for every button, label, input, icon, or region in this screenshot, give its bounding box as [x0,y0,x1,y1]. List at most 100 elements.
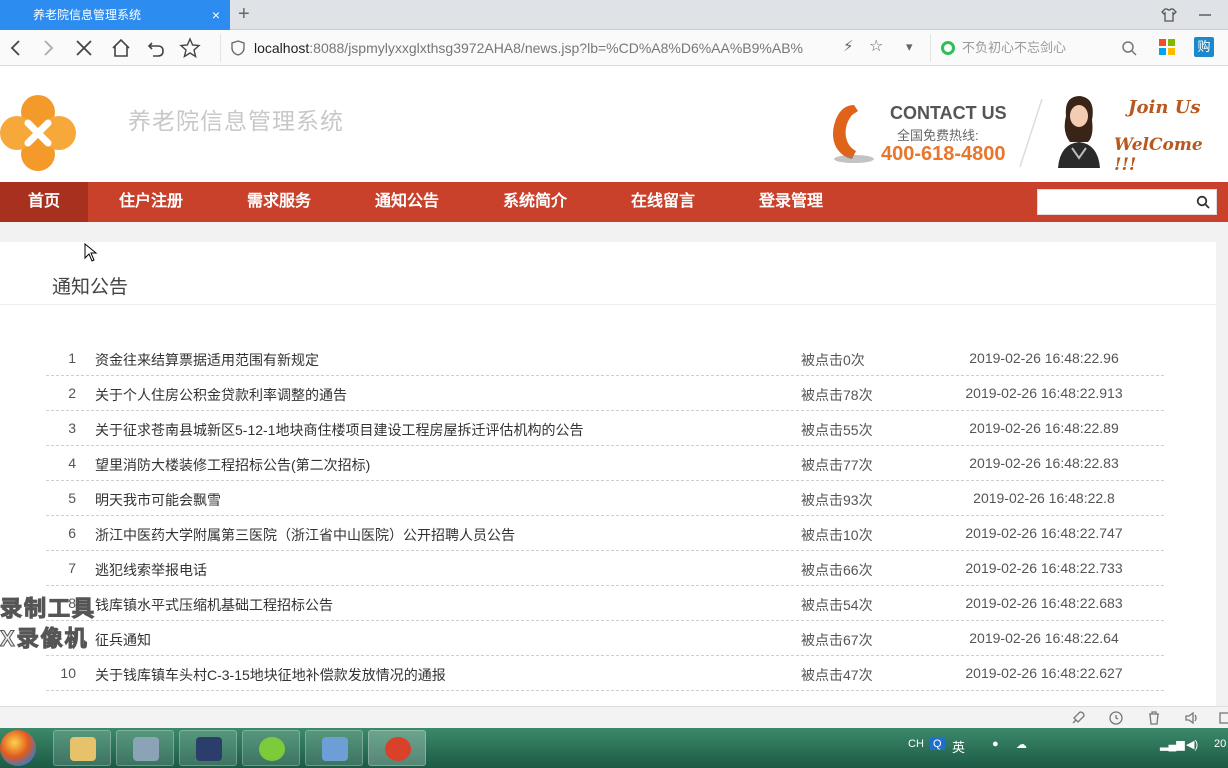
search-icon[interactable] [1196,195,1210,209]
url-text[interactable]: localhost:8088/jspmylyxxglxthsg3972AHA8/… [254,34,803,62]
news-title-link[interactable]: 关于钱库镇车头村C-3-15地块征地补偿款发放情况的通报 [95,665,446,685]
favorite-star-icon[interactable]: ☆ [869,36,883,56]
refresh-circle-icon[interactable] [1108,710,1124,726]
tools-icon [133,737,159,761]
rocket-icon[interactable] [1070,710,1086,726]
shirt-skin-icon[interactable] [1160,6,1178,24]
ime-language[interactable]: 英 [952,737,965,756]
ime-icon[interactable]: Q [930,738,945,750]
nav-home[interactable]: 首页 [0,182,88,222]
news-row[interactable]: 5 明天我市可能会飘雪 被点击93次 2019-02-26 16:48:22.8 [46,481,1164,516]
tray-signal-icon[interactable]: ▂▄▆ [1160,738,1185,751]
news-date: 2019-02-26 16:48:22.96 [969,350,1119,366]
browser-tab[interactable]: 养老院信息管理系统 × [0,0,230,30]
stop-icon[interactable] [73,37,95,59]
nav-demand-service[interactable]: 需求服务 [232,182,326,222]
taskbar-app-tools[interactable] [116,730,174,766]
news-number: 1 [68,350,76,366]
news-title-link[interactable]: 浙江中医药大学附属第三医院（浙江省中山医院）公开招聘人员公告 [95,525,515,545]
tray-volume-icon[interactable]: ◀) [1186,738,1198,751]
news-number: 4 [68,455,76,471]
url-path: :8088/jspmylyxxglxthsg3972AHA8/news.jsp?… [309,40,804,56]
lightning-icon[interactable]: ⚡ [843,37,854,55]
undo-icon[interactable] [145,37,167,59]
news-click-count: 被点击66次 [801,562,873,578]
clock-text[interactable]: 20 [1214,738,1226,750]
nav-notices[interactable]: 通知公告 [360,182,454,222]
start-button[interactable] [0,730,36,766]
notice-panel: 通知公告 1 资金往来结算票据适用范围有新规定 被点击0次 2019-02-26 16… [0,242,1216,706]
main-nav-menu: 首页 住户注册 需求服务 通知公告 系统简介 在线留言 登录管理 [0,182,1228,222]
news-click-count: 被点击93次 [801,492,873,508]
news-title-link[interactable]: 关于个人住房公积金贷款利率调整的通告 [95,385,347,405]
news-title-link[interactable]: 钱库镇水平式压缩机基础工程招标公告 [95,595,333,615]
news-title-link[interactable]: 征兵通知 [95,630,151,650]
site-logo[interactable] [0,95,76,171]
portrait-image [1052,92,1104,168]
home-icon[interactable] [110,37,132,59]
apps-grid-icon[interactable] [1158,38,1176,56]
taskbar-app-recorder[interactable] [368,730,426,766]
title-divider [0,304,1216,305]
news-row[interactable]: 1 资金往来结算票据适用范围有新规定 被点击0次 2019-02-26 16:48:2… [46,341,1164,376]
window-icon[interactable] [1218,710,1228,726]
news-number: 3 [68,420,76,436]
news-click-count: 被点击55次 [801,422,873,438]
news-row[interactable]: 7 逃犯线索举报电话 被点击66次 2019-02-26 16:48:22.733 [46,551,1164,586]
browser-tab-strip: 养老院信息管理系统 × + [0,0,1228,30]
news-title-link[interactable]: 逃犯线索举报电话 [95,560,207,580]
nav-resident-register[interactable]: 住户注册 [104,182,198,222]
browser-toolbar: localhost:8088/jspmylyxxglxthsg3972AHA8/… [0,30,1228,66]
news-title-link[interactable]: 明天我市可能会飘雪 [95,490,221,510]
news-row[interactable]: 10 关于钱库镇车头村C-3-15地块征地补偿款发放情况的通报 被点击47次 2019… [46,656,1164,691]
bookmark-star-icon[interactable] [179,37,201,59]
minimize-icon[interactable] [1196,6,1214,24]
site-search-input[interactable] [1037,189,1217,215]
news-title-link[interactable]: 关于征求苍南县城新区5-12-1地块商住楼项目建设工程房屋拆迁评估机构的公告 [95,420,583,440]
chevron-down-icon[interactable]: ▾ [906,39,913,55]
ime-ch-indicator[interactable]: CH [908,738,924,750]
tray-cloud-icon[interactable]: ☁ [1016,738,1027,751]
new-tab-button[interactable]: + [238,3,250,26]
taskbar-app-music[interactable] [242,730,300,766]
taskbar-app-explorer[interactable] [53,730,111,766]
archive-icon [322,737,348,761]
forward-icon[interactable] [37,37,59,59]
news-title-link[interactable]: 资金往来结算票据适用范围有新规定 [95,350,319,370]
news-row[interactable]: 4 望里消防大楼装修工程招标公告(第二次招标) 被点击77次 2019-02-26 1… [46,446,1164,481]
search-icon[interactable] [1121,40,1137,56]
news-number: 5 [68,490,76,506]
news-click-count: 被点击54次 [801,597,873,613]
news-row[interactable]: 2 关于个人住房公积金贷款利率调整的通告 被点击78次 2019-02-26 16:4… [46,376,1164,411]
news-list: 1 资金往来结算票据适用范围有新规定 被点击0次 2019-02-26 16:48:2… [46,341,1164,691]
address-bar[interactable]: localhost:8088/jspmylyxxglxthsg3972AHA8/… [220,34,900,62]
news-row[interactable]: 6 浙江中医药大学附属第三医院（浙江省中山医院）公开招聘人员公告 被点击10次 201… [46,516,1164,551]
windows-taskbar: CH Q 英 ● ☁ ▂▄▆ ◀) 20 [0,728,1228,768]
tab-title: 养老院信息管理系统 [33,8,142,22]
back-icon[interactable] [5,37,27,59]
news-title-link[interactable]: 望里消防大楼装修工程招标公告(第二次招标) [95,455,370,475]
news-row[interactable]: 9 征兵通知 被点击67次 2019-02-26 16:48:22.64 [46,621,1164,656]
taskbar-app-archive[interactable] [305,730,363,766]
browser-search-placeholder: 不负初心不忘剑心 [962,40,1067,55]
speaker-icon[interactable] [1184,710,1200,726]
eclipse-icon [196,737,222,761]
news-row[interactable]: 3 关于征求苍南县城新区5-12-1地块商住楼项目建设工程房屋拆迁评估机构的公告 被… [46,411,1164,446]
tray-network-icon[interactable]: ● [992,738,999,750]
site-title: 养老院信息管理系统 [128,109,344,135]
taskbar-app-eclipse[interactable] [179,730,237,766]
news-date: 2019-02-26 16:48:22.89 [969,420,1119,436]
trash-icon[interactable] [1146,710,1162,726]
nav-online-message[interactable]: 在线留言 [616,182,710,222]
hotline-label: 全国免费热线: [897,128,979,143]
nav-login-admin[interactable]: 登录管理 [744,182,838,222]
tab-close-icon[interactable]: × [212,0,220,30]
nav-system-intro[interactable]: 系统简介 [488,182,582,222]
browser-search-box[interactable]: 不负初心不忘剑心 [930,34,1142,62]
shopping-extension-icon[interactable]: 购 [1194,37,1214,57]
url-host: localhost [254,40,310,56]
news-date: 2019-02-26 16:48:22.747 [965,525,1123,541]
news-date: 2019-02-26 16:48:22.733 [965,560,1123,576]
watermark-line-2: X录像机 [0,626,89,652]
news-row[interactable]: 8 钱库镇水平式压缩机基础工程招标公告 被点击54次 2019-02-26 16:48… [46,586,1164,621]
